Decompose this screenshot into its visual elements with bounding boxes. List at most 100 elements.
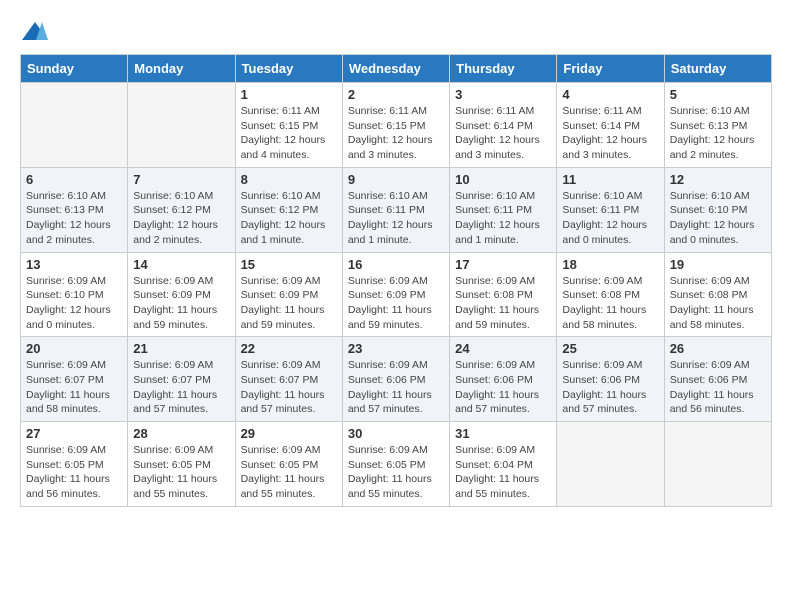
day-number: 23 — [348, 341, 444, 356]
logo — [20, 20, 54, 44]
calendar-cell: 5 Sunrise: 6:10 AM Sunset: 6:13 PM Daylig… — [664, 83, 771, 168]
day-info: Sunrise: 6:11 AM Sunset: 6:15 PM Dayligh… — [241, 104, 337, 163]
day-info: Sunrise: 6:09 AM Sunset: 6:04 PM Dayligh… — [455, 443, 551, 502]
calendar-cell: 15 Sunrise: 6:09 AM Sunset: 6:09 PM Dayli… — [235, 252, 342, 337]
day-info: Sunrise: 6:11 AM Sunset: 6:14 PM Dayligh… — [562, 104, 658, 163]
day-info: Sunrise: 6:09 AM Sunset: 6:06 PM Dayligh… — [670, 358, 766, 417]
calendar-cell: 11 Sunrise: 6:10 AM Sunset: 6:11 PM Dayli… — [557, 167, 664, 252]
calendar-week-row: 20 Sunrise: 6:09 AM Sunset: 6:07 PM Dayli… — [21, 337, 772, 422]
calendar-cell: 4Sunrise: 6:11 AM Sunset: 6:14 PM Daylig… — [557, 83, 664, 168]
day-info: Sunrise: 6:09 AM Sunset: 6:05 PM Dayligh… — [26, 443, 122, 502]
day-number: 6 — [26, 172, 122, 187]
calendar-cell — [21, 83, 128, 168]
day-number: 11 — [562, 172, 658, 187]
day-info: Sunrise: 6:10 AM Sunset: 6:12 PM Dayligh… — [241, 189, 337, 248]
day-number: 22 — [241, 341, 337, 356]
day-number: 8 — [241, 172, 337, 187]
day-number: 3 — [455, 87, 551, 102]
day-number: 14 — [133, 257, 229, 272]
day-info: Sunrise: 6:11 AM Sunset: 6:15 PM Dayligh… — [348, 104, 444, 163]
day-number: 25 — [562, 341, 658, 356]
day-info: Sunrise: 6:09 AM Sunset: 6:09 PM Dayligh… — [133, 274, 229, 333]
day-number: 10 — [455, 172, 551, 187]
day-info: Sunrise: 6:10 AM Sunset: 6:13 PM Dayligh… — [670, 104, 766, 163]
day-number: 9 — [348, 172, 444, 187]
calendar-cell: 24 Sunrise: 6:09 AM Sunset: 6:06 PM Dayli… — [450, 337, 557, 422]
day-info: Sunrise: 6:09 AM Sunset: 6:06 PM Dayligh… — [562, 358, 658, 417]
day-info: Sunrise: 6:09 AM Sunset: 6:07 PM Dayligh… — [133, 358, 229, 417]
day-header-tuesday: Tuesday — [235, 55, 342, 83]
day-number: 20 — [26, 341, 122, 356]
day-number: 31 — [455, 426, 551, 441]
day-number: 18 — [562, 257, 658, 272]
day-number: 7 — [133, 172, 229, 187]
day-header-sunday: Sunday — [21, 55, 128, 83]
calendar-week-row: 13Sunrise: 6:09 AM Sunset: 6:10 PM Dayli… — [21, 252, 772, 337]
day-info: Sunrise: 6:09 AM Sunset: 6:05 PM Dayligh… — [348, 443, 444, 502]
day-number: 5 — [670, 87, 766, 102]
calendar-cell: 23 Sunrise: 6:09 AM Sunset: 6:06 PM Dayli… — [342, 337, 449, 422]
day-info: Sunrise: 6:09 AM Sunset: 6:05 PM Dayligh… — [133, 443, 229, 502]
day-info: Sunrise: 6:09 AM Sunset: 6:05 PM Dayligh… — [241, 443, 337, 502]
calendar-cell: 31 Sunrise: 6:09 AM Sunset: 6:04 PM Dayli… — [450, 422, 557, 507]
calendar-cell: 9Sunrise: 6:10 AM Sunset: 6:11 PM Daylig… — [342, 167, 449, 252]
calendar-cell: 14 Sunrise: 6:09 AM Sunset: 6:09 PM Dayli… — [128, 252, 235, 337]
day-header-thursday: Thursday — [450, 55, 557, 83]
day-header-wednesday: Wednesday — [342, 55, 449, 83]
day-number: 27 — [26, 426, 122, 441]
calendar-cell — [128, 83, 235, 168]
day-number: 12 — [670, 172, 766, 187]
calendar-cell: 10 Sunrise: 6:10 AM Sunset: 6:11 PM Dayli… — [450, 167, 557, 252]
logo-icon — [20, 20, 50, 44]
day-info: Sunrise: 6:09 AM Sunset: 6:08 PM Dayligh… — [455, 274, 551, 333]
calendar-cell: 1 Sunrise: 6:11 AM Sunset: 6:15 PM Daylig… — [235, 83, 342, 168]
day-number: 19 — [670, 257, 766, 272]
day-number: 26 — [670, 341, 766, 356]
page-header — [20, 20, 772, 44]
day-info: Sunrise: 6:10 AM Sunset: 6:11 PM Dayligh… — [562, 189, 658, 248]
day-info: Sunrise: 6:09 AM Sunset: 6:09 PM Dayligh… — [241, 274, 337, 333]
day-number: 1 — [241, 87, 337, 102]
day-number: 15 — [241, 257, 337, 272]
day-number: 21 — [133, 341, 229, 356]
calendar-cell: 7Sunrise: 6:10 AM Sunset: 6:12 PM Daylig… — [128, 167, 235, 252]
calendar-cell: 25 Sunrise: 6:09 AM Sunset: 6:06 PM Dayli… — [557, 337, 664, 422]
day-number: 16 — [348, 257, 444, 272]
calendar-week-row: 6 Sunrise: 6:10 AM Sunset: 6:13 PM Daylig… — [21, 167, 772, 252]
calendar-cell: 13Sunrise: 6:09 AM Sunset: 6:10 PM Dayli… — [21, 252, 128, 337]
day-number: 2 — [348, 87, 444, 102]
calendar-cell: 19Sunrise: 6:09 AM Sunset: 6:08 PM Dayli… — [664, 252, 771, 337]
calendar-cell: 12 Sunrise: 6:10 AM Sunset: 6:10 PM Dayli… — [664, 167, 771, 252]
day-info: Sunrise: 6:09 AM Sunset: 6:10 PM Dayligh… — [26, 274, 122, 333]
calendar-cell: 6 Sunrise: 6:10 AM Sunset: 6:13 PM Daylig… — [21, 167, 128, 252]
day-info: Sunrise: 6:09 AM Sunset: 6:06 PM Dayligh… — [348, 358, 444, 417]
calendar-cell — [664, 422, 771, 507]
calendar-header-row: SundayMondayTuesdayWednesdayThursdayFrid… — [21, 55, 772, 83]
day-number: 24 — [455, 341, 551, 356]
calendar-cell: 30Sunrise: 6:09 AM Sunset: 6:05 PM Dayli… — [342, 422, 449, 507]
day-info: Sunrise: 6:10 AM Sunset: 6:10 PM Dayligh… — [670, 189, 766, 248]
day-number: 29 — [241, 426, 337, 441]
calendar-cell: 3 Sunrise: 6:11 AM Sunset: 6:14 PM Daylig… — [450, 83, 557, 168]
calendar-table: SundayMondayTuesdayWednesdayThursdayFrid… — [20, 54, 772, 507]
calendar-cell: 26 Sunrise: 6:09 AM Sunset: 6:06 PM Dayli… — [664, 337, 771, 422]
day-info: Sunrise: 6:10 AM Sunset: 6:11 PM Dayligh… — [455, 189, 551, 248]
day-header-saturday: Saturday — [664, 55, 771, 83]
calendar-cell: 17 Sunrise: 6:09 AM Sunset: 6:08 PM Dayli… — [450, 252, 557, 337]
calendar-cell: 21 Sunrise: 6:09 AM Sunset: 6:07 PM Dayli… — [128, 337, 235, 422]
calendar-cell — [557, 422, 664, 507]
day-number: 17 — [455, 257, 551, 272]
day-info: Sunrise: 6:09 AM Sunset: 6:06 PM Dayligh… — [455, 358, 551, 417]
calendar-cell: 28 Sunrise: 6:09 AM Sunset: 6:05 PM Dayli… — [128, 422, 235, 507]
calendar-week-row: 27 Sunrise: 6:09 AM Sunset: 6:05 PM Dayli… — [21, 422, 772, 507]
calendar-cell: 18 Sunrise: 6:09 AM Sunset: 6:08 PM Dayli… — [557, 252, 664, 337]
day-info: Sunrise: 6:09 AM Sunset: 6:07 PM Dayligh… — [26, 358, 122, 417]
day-number: 28 — [133, 426, 229, 441]
day-header-monday: Monday — [128, 55, 235, 83]
day-info: Sunrise: 6:11 AM Sunset: 6:14 PM Dayligh… — [455, 104, 551, 163]
day-info: Sunrise: 6:09 AM Sunset: 6:09 PM Dayligh… — [348, 274, 444, 333]
day-info: Sunrise: 6:10 AM Sunset: 6:13 PM Dayligh… — [26, 189, 122, 248]
calendar-cell: 8 Sunrise: 6:10 AM Sunset: 6:12 PM Daylig… — [235, 167, 342, 252]
calendar-cell: 2 Sunrise: 6:11 AM Sunset: 6:15 PM Daylig… — [342, 83, 449, 168]
day-info: Sunrise: 6:09 AM Sunset: 6:08 PM Dayligh… — [562, 274, 658, 333]
